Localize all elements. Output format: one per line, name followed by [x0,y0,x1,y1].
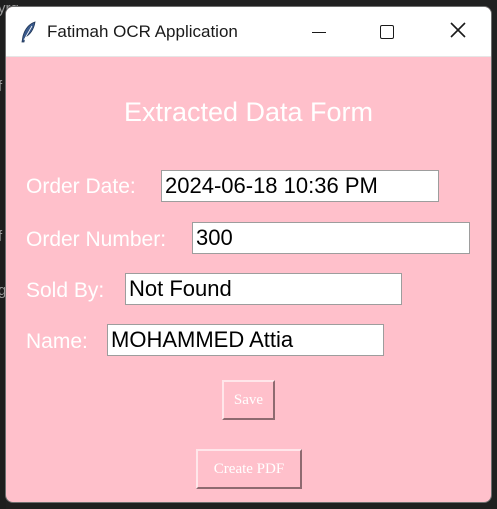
create-pdf-button[interactable]: Create PDF [196,449,302,489]
name-label: Name: [26,330,88,353]
window-title: Fatimah OCR Application [47,22,238,41]
background-text: f [0,228,3,245]
feather-icon [20,21,38,43]
minimize-button[interactable] [284,7,354,57]
order-date-label: Order Date: [26,175,136,198]
save-button[interactable]: Save [222,380,275,420]
maximize-icon [380,25,394,39]
form-title: Extracted Data Form [123,97,374,127]
minimize-icon [312,31,326,33]
close-button[interactable] [423,7,491,57]
order-number-label: Order Number: [26,228,167,251]
title-bar[interactable]: Fatimah OCR Application [6,7,491,57]
form-content: Extracted Data Form Order Date: 2024-06-… [6,57,491,502]
close-icon [450,21,466,43]
maximize-button[interactable] [352,7,422,57]
order-date-field[interactable]: 2024-06-18 10:36 PM [161,170,439,202]
background-text: f [0,78,3,95]
app-window: Fatimah OCR Application Extracted Data F… [5,6,492,503]
name-field[interactable]: MOHAMMED Attia [107,324,384,356]
sold-by-field[interactable]: Not Found [125,273,402,305]
order-number-field[interactable]: 300 [192,222,470,254]
sold-by-label: Sold By: [26,279,105,302]
